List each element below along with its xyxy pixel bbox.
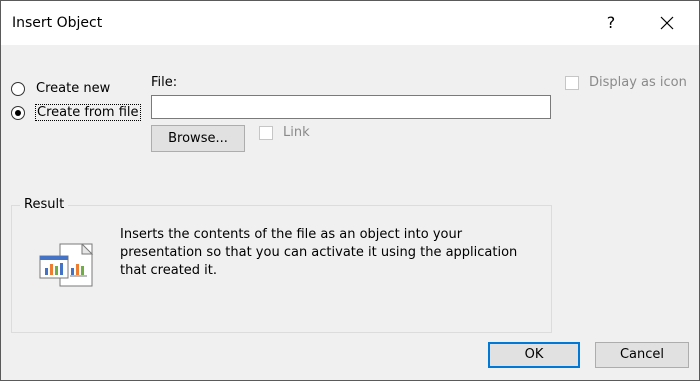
help-button[interactable]: ? [599,11,623,35]
dialog-title: Insert Object [12,15,103,31]
link-label: Link [283,125,310,140]
insert-object-dialog: Insert Object ? Create new Create from f… [0,0,700,381]
display-as-icon-label: Display as icon [589,75,687,90]
object-file-icon [39,243,94,287]
create-from-file-option[interactable]: Create from file [11,104,141,121]
create-new-label: Create new [36,81,111,96]
display-as-icon-checkbox[interactable] [565,75,579,90]
browse-button[interactable]: Browse... [151,125,245,152]
create-from-file-radio[interactable] [11,105,25,120]
create-new-option[interactable]: Create new [11,81,110,96]
create-new-radio[interactable] [11,81,25,96]
result-group: Result Inserts the contents of the file … [11,197,552,333]
result-description: Inserts the contents of the file as an o… [120,227,518,278]
link-checkbox[interactable] [259,125,273,140]
display-as-icon-option[interactable]: Display as icon [565,75,687,90]
link-option[interactable]: Link [259,125,310,140]
file-label: File: [151,75,178,90]
create-from-file-label: Create from file [35,104,141,121]
file-path-input[interactable] [151,95,551,119]
title-bar: Insert Object ? [1,1,699,45]
close-button[interactable] [653,11,681,35]
result-label: Result [20,197,69,212]
cancel-button[interactable]: Cancel [595,342,689,368]
close-icon [660,16,674,30]
ok-button[interactable]: OK [488,342,580,368]
